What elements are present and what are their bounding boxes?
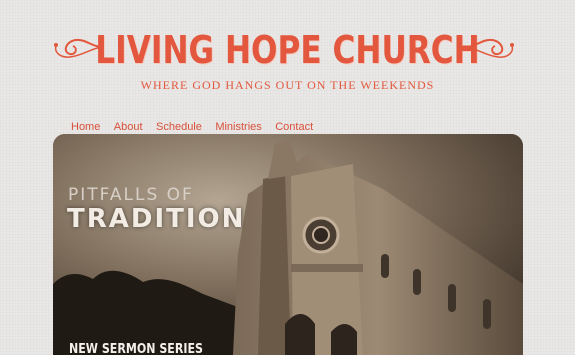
nav-about[interactable]: About [114,121,143,133]
nav-home[interactable]: Home [71,121,100,133]
site-header: LIVING HOPE CHURCH WHERE GOD HANGS OUT O… [0,0,575,110]
main-nav: Home About Schedule Ministries Contact [71,117,322,133]
sermon-hero-banner[interactable]: PITFALLS OF TRADITION NEW SERMON SERIES [53,134,523,355]
series-title-big: TRADITION [67,204,246,234]
nav-schedule[interactable]: Schedule [156,121,202,133]
church-tagline: WHERE GOD HANGS OUT ON THE WEEKENDS [140,78,435,92]
new-sermon-series-label: NEW SERMON SERIES [69,342,203,355]
right-flourish-icon [465,38,514,58]
series-title-small: PITFALLS OF [68,185,194,205]
nav-ministries[interactable]: Ministries [215,121,261,133]
church-title[interactable]: LIVING HOPE CHURCH [52,28,524,72]
nav-contact[interactable]: Contact [275,121,313,133]
church-photo-image [53,134,523,355]
